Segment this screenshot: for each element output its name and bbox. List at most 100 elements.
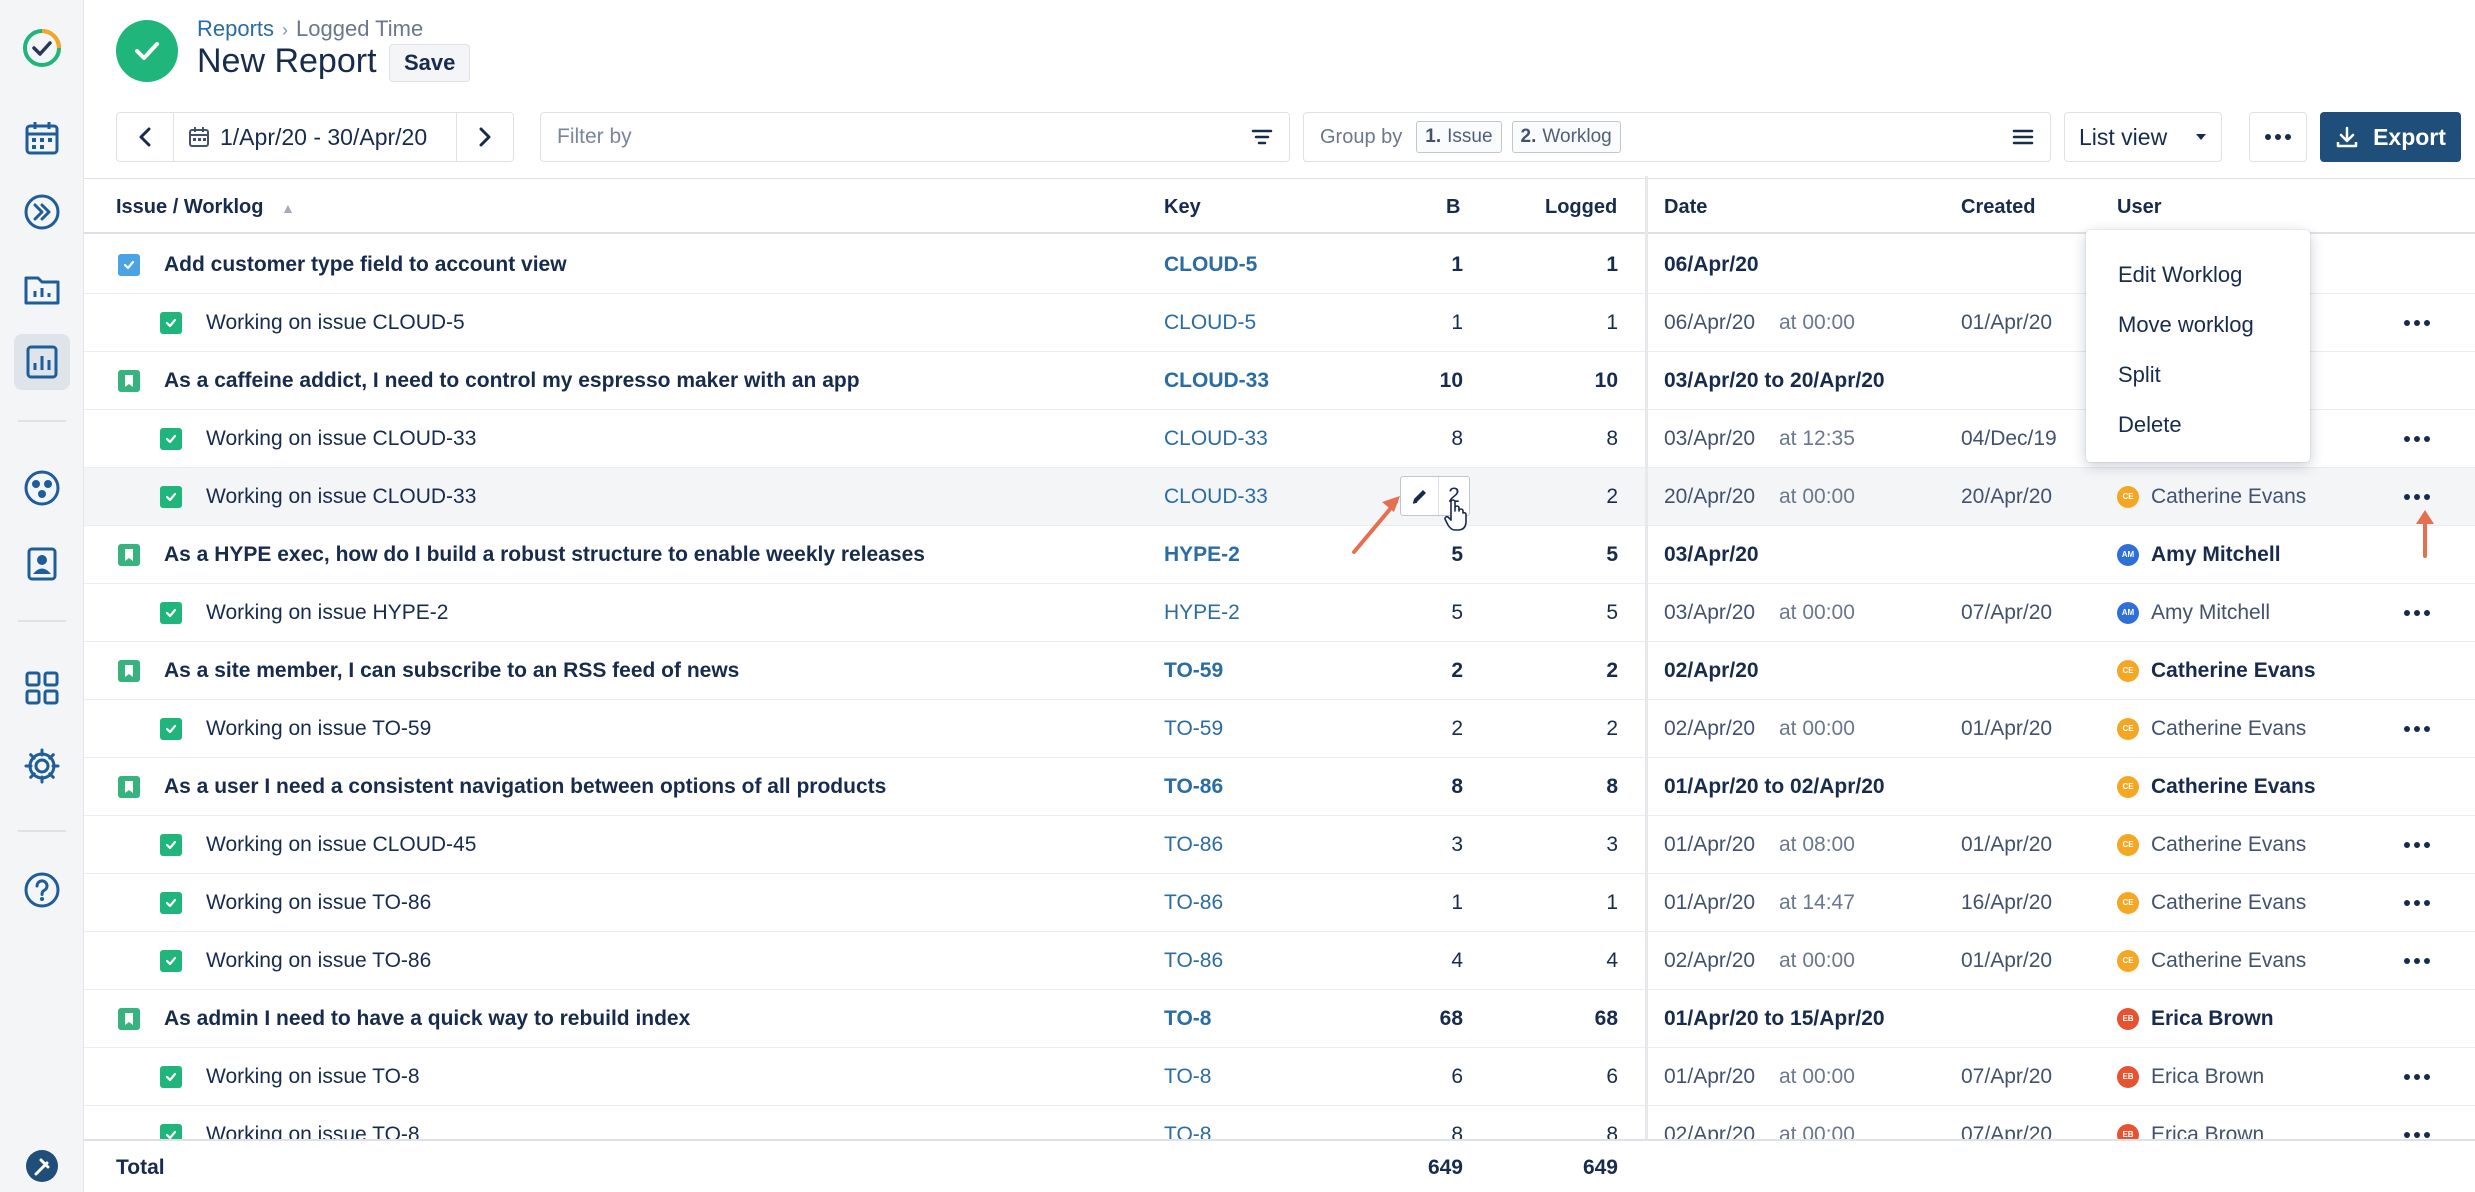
folder-chart-icon[interactable] xyxy=(14,260,70,316)
row-b-value[interactable]: 4 xyxy=(1383,932,1463,989)
row-b-value[interactable]: 10 xyxy=(1383,352,1463,409)
row-summary[interactable]: As a caffeine addict, I need to control … xyxy=(164,352,860,409)
column-date[interactable]: Date xyxy=(1664,196,1707,219)
reports-icon[interactable] xyxy=(14,334,70,390)
row-summary[interactable]: As a HYPE exec, how do I build a robust … xyxy=(164,526,925,583)
breadcrumb-reports-link[interactable]: Reports xyxy=(197,16,274,41)
row-logged-value: 10 xyxy=(1594,368,1618,392)
row-more-actions-button[interactable] xyxy=(2397,888,2437,918)
column-logged[interactable]: Logged xyxy=(1545,196,1617,219)
row-b-value[interactable]: 1 xyxy=(1383,874,1463,931)
more-horizontal-icon xyxy=(2404,494,2430,500)
row-icon xyxy=(160,874,182,931)
issue-key-link[interactable]: CLOUD-5 xyxy=(1164,236,1257,293)
export-button[interactable]: Export xyxy=(2320,112,2461,162)
issue-key-link[interactable]: HYPE-2 xyxy=(1164,526,1240,583)
issue-key-link[interactable]: CLOUD-5 xyxy=(1164,294,1256,351)
row-summary[interactable]: As a user I need a consistent navigation… xyxy=(164,758,886,815)
row-b-value[interactable]: 1 xyxy=(1383,236,1463,293)
save-button[interactable]: Save xyxy=(389,44,471,82)
avatar: EB xyxy=(2117,1065,2139,1088)
column-created[interactable]: Created xyxy=(1961,196,2035,219)
chevron-down-icon xyxy=(2196,134,2206,140)
row-summary[interactable]: Add customer type field to account view xyxy=(164,236,567,293)
row-more-actions-button[interactable] xyxy=(2397,1062,2437,1092)
issue-key-link[interactable]: CLOUD-33 xyxy=(1164,352,1269,409)
row-summary[interactable]: As a site member, I can subscribe to an … xyxy=(164,642,739,699)
issue-key-link[interactable]: TO-86 xyxy=(1164,874,1223,931)
hamburger-menu-icon[interactable] xyxy=(2012,128,2034,146)
group-chip-worklog[interactable]: 2. Worklog xyxy=(1511,121,1621,153)
user-name: Catherine Evans xyxy=(2151,832,2307,856)
issue-key-link[interactable]: TO-86 xyxy=(1164,758,1223,815)
column-user[interactable]: User xyxy=(2117,196,2161,219)
row-more-actions-button[interactable] xyxy=(2397,714,2437,744)
table-row[interactable]: Working on issue TO-59 TO-59 2 2 02/Apr/20 at… xyxy=(84,700,2475,758)
menu-item-edit-worklog[interactable]: Edit Worklog xyxy=(2086,250,2310,300)
table-row[interactable]: Working on issue TO-86 TO-86 1 1 01/Apr/20 at… xyxy=(84,874,2475,932)
table-row[interactable]: As a user I need a consistent navigation… xyxy=(84,758,2475,816)
issue-key-link[interactable]: TO-8 xyxy=(1164,990,1211,1047)
pin-icon[interactable] xyxy=(14,1138,70,1192)
table-row[interactable]: Working on issue CLOUD-33 CLOUD-33 2 20/Apr… xyxy=(84,468,2475,526)
group-by-control: Group by 1. Issue 2. Worklog xyxy=(1303,112,2051,162)
issue-key-link[interactable]: TO-59 xyxy=(1164,642,1223,699)
issue-key-link[interactable]: TO-59 xyxy=(1164,700,1223,757)
apps-grid-icon[interactable] xyxy=(14,660,70,716)
settings-gear-icon[interactable] xyxy=(14,738,70,794)
issue-key-link[interactable]: HYPE-2 xyxy=(1164,584,1240,641)
row-more-actions-button[interactable] xyxy=(2397,946,2437,976)
row-b-value[interactable]: 8 xyxy=(1383,758,1463,815)
row-more-actions-button[interactable] xyxy=(2397,830,2437,860)
user-profile-icon[interactable] xyxy=(14,536,70,592)
table-row[interactable]: Working on issue HYPE-2 HYPE-2 5 5 03/Apr/20… xyxy=(84,584,2475,642)
filter-icon[interactable] xyxy=(1251,128,1273,146)
row-more-actions-button[interactable] xyxy=(2397,308,2437,338)
page-title[interactable]: New Report xyxy=(197,42,377,81)
avatar: EB xyxy=(2117,1007,2139,1030)
table-row[interactable]: As a HYPE exec, how do I build a robust … xyxy=(84,526,2475,584)
group-chip-issue[interactable]: 1. Issue xyxy=(1416,121,1502,153)
row-summary[interactable]: As admin I need to have a quick way to r… xyxy=(164,990,690,1047)
row-b-value[interactable]: 2 xyxy=(1383,700,1463,757)
row-b-value[interactable]: 1 xyxy=(1383,294,1463,351)
view-select[interactable]: List view xyxy=(2064,112,2222,162)
table-row[interactable]: As admin I need to have a quick way to r… xyxy=(84,990,2475,1048)
menu-item-split[interactable]: Split xyxy=(2086,350,2310,400)
next-period-button[interactable] xyxy=(457,113,513,161)
app-logo-icon[interactable] xyxy=(14,20,70,76)
previous-period-button[interactable] xyxy=(117,113,173,161)
help-icon[interactable] xyxy=(14,862,70,918)
issue-key-link[interactable]: TO-86 xyxy=(1164,816,1223,873)
more-options-button[interactable] xyxy=(2249,112,2307,162)
row-more-actions-button[interactable] xyxy=(2397,598,2437,628)
table-row[interactable]: Working on issue TO-86 TO-86 4 4 02/Apr/20 at… xyxy=(84,932,2475,990)
table-row[interactable]: Working on issue CLOUD-45 TO-86 3 3 01/Apr/2… xyxy=(84,816,2475,874)
issue-key-link[interactable]: CLOUD-33 xyxy=(1164,468,1268,525)
row-more-actions-button[interactable] xyxy=(2397,424,2437,454)
date-range-field[interactable]: 1/Apr/20 - 30/Apr/20 xyxy=(173,113,457,161)
story-icon xyxy=(118,1007,140,1030)
menu-item-move-worklog[interactable]: Move worklog xyxy=(2086,300,2310,350)
team-icon[interactable] xyxy=(14,460,70,516)
column-b[interactable]: B xyxy=(1446,196,1460,219)
fast-forward-icon[interactable] xyxy=(14,184,70,240)
issue-key-link[interactable]: CLOUD-33 xyxy=(1164,410,1268,467)
row-b-value[interactable]: 5 xyxy=(1383,584,1463,641)
column-issue-worklog[interactable]: Issue / Worklog ▲ xyxy=(116,196,295,219)
issue-key-link[interactable]: TO-8 xyxy=(1164,1048,1211,1105)
table-row[interactable]: Working on issue TO-8 TO-8 6 6 01/Apr/20 at 0… xyxy=(84,1048,2475,1106)
row-b-value[interactable]: 2 xyxy=(1383,642,1463,699)
calendar-icon[interactable] xyxy=(14,110,70,166)
row-b-value[interactable]: 68 xyxy=(1383,990,1463,1047)
pane-divider[interactable] xyxy=(1645,176,1648,1192)
row-b-value[interactable]: 6 xyxy=(1383,1048,1463,1105)
column-key[interactable]: Key xyxy=(1164,196,1201,219)
filter-input[interactable]: Filter by xyxy=(540,112,1290,162)
row-b-value[interactable]: 8 xyxy=(1383,410,1463,467)
menu-item-delete[interactable]: Delete xyxy=(2086,400,2310,450)
row-b-value[interactable]: 3 xyxy=(1383,816,1463,873)
date-range-value: 1/Apr/20 - 30/Apr/20 xyxy=(220,123,428,150)
table-row[interactable]: As a site member, I can subscribe to an … xyxy=(84,642,2475,700)
issue-key-link[interactable]: TO-86 xyxy=(1164,932,1223,989)
